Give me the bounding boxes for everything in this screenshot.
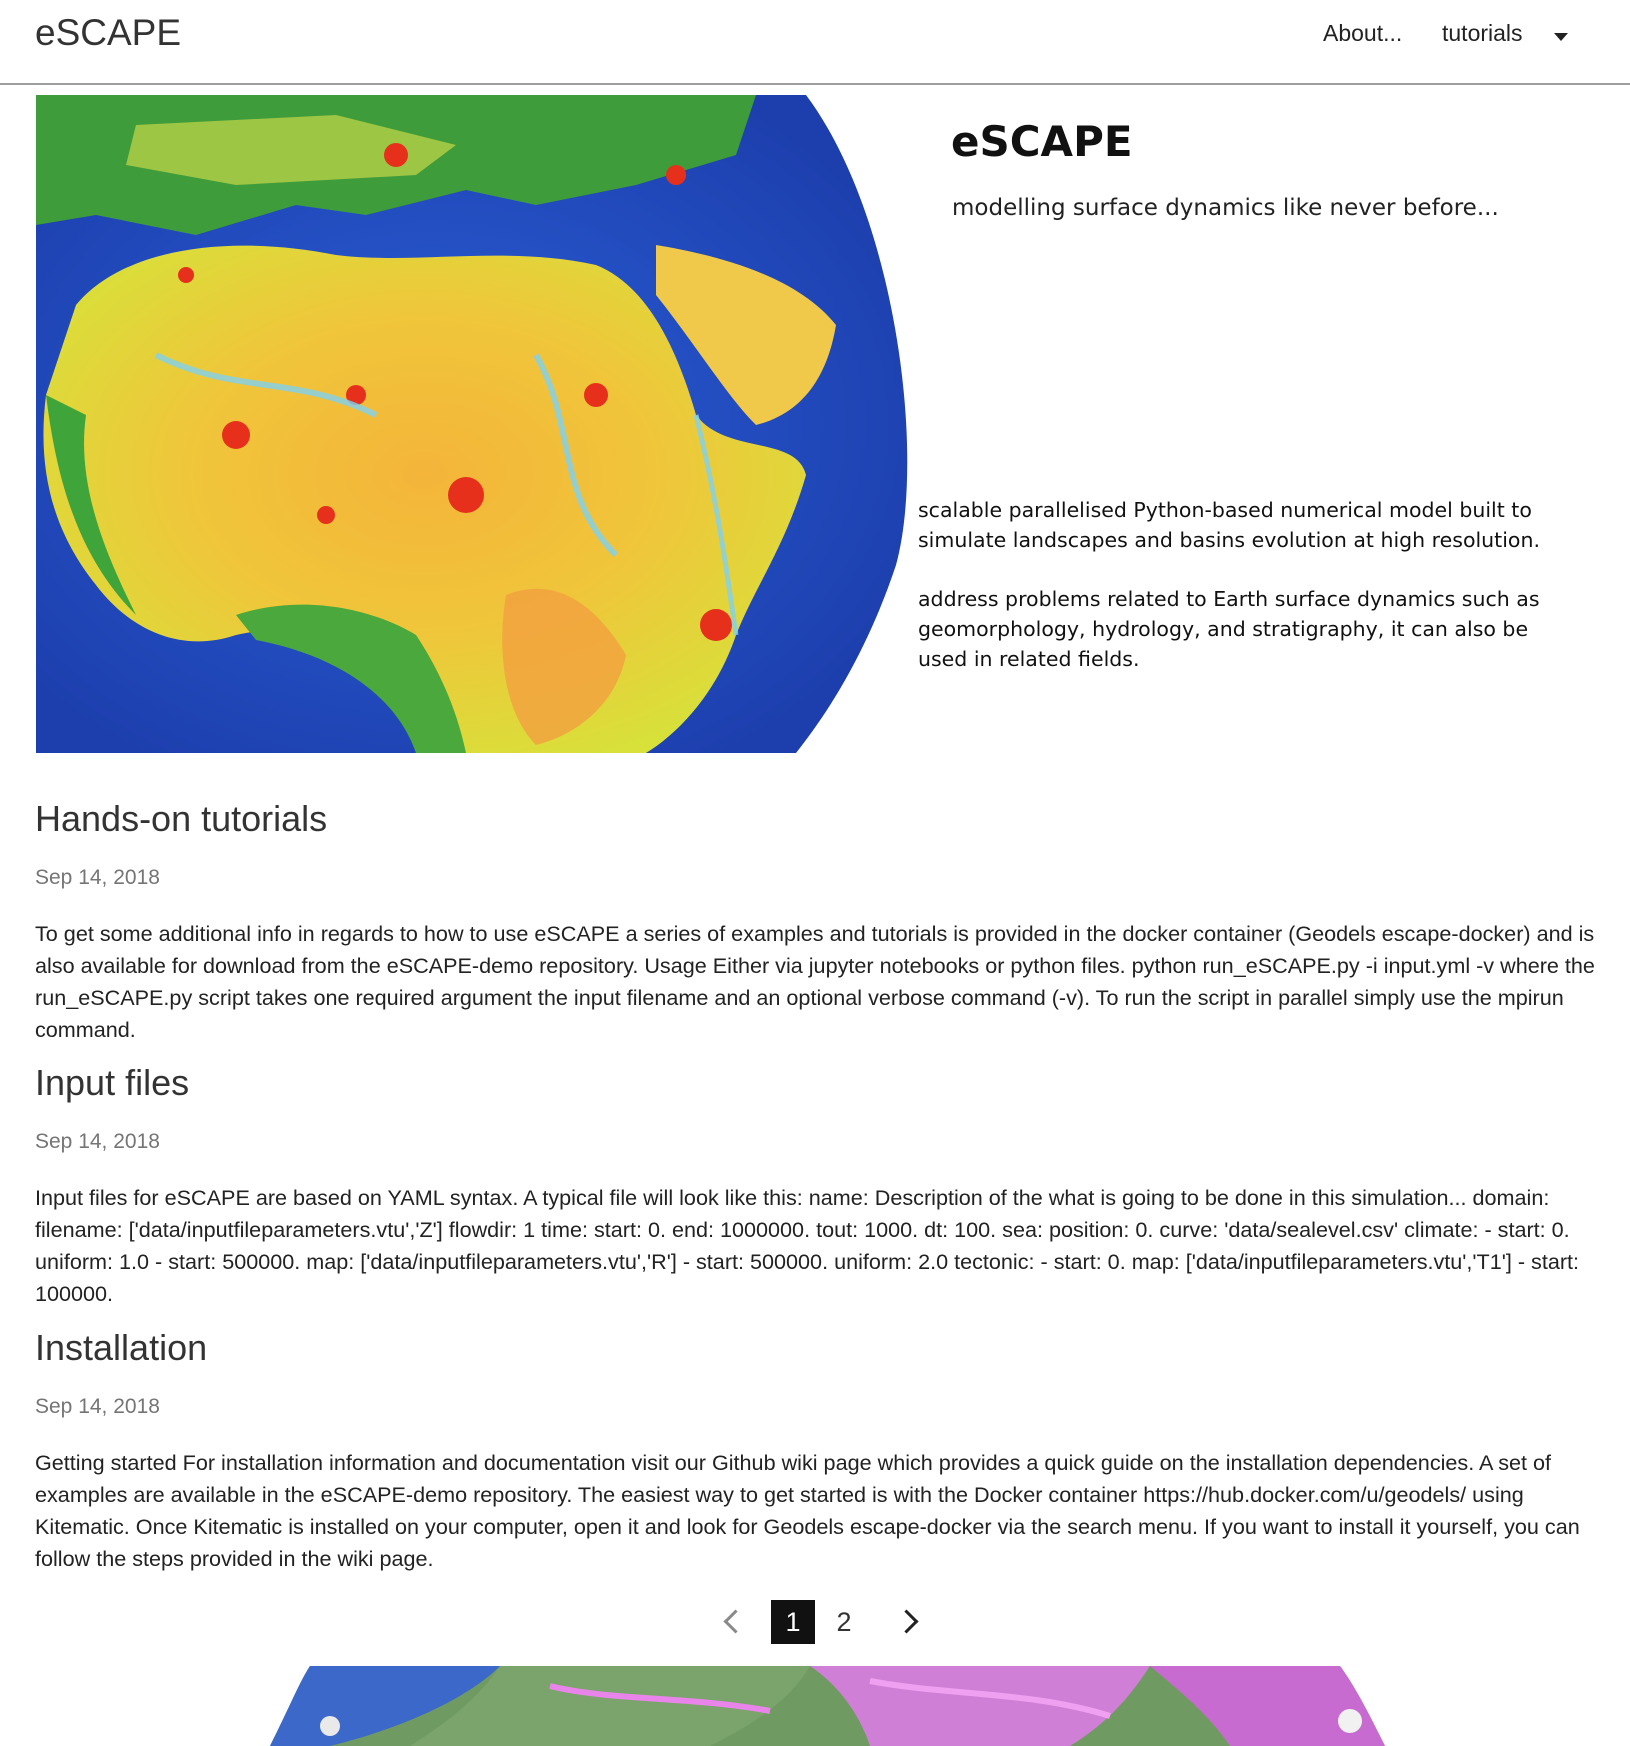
footer-globe-image bbox=[270, 1666, 1385, 1746]
hero-globe-image bbox=[36, 95, 908, 753]
post-title-link[interactable]: Installation bbox=[35, 1327, 207, 1369]
page-button[interactable]: 2 bbox=[822, 1600, 866, 1644]
post-title-link[interactable]: Input files bbox=[35, 1062, 189, 1104]
top-navbar: eSCAPE About... tutorials bbox=[0, 0, 1630, 85]
nav-about-link[interactable]: About... bbox=[1323, 20, 1402, 47]
hero-description: scalable parallelised Python-based numer… bbox=[918, 495, 1578, 703]
hero-title: eSCAPE bbox=[951, 117, 1133, 166]
post-title-link[interactable]: Hands-on tutorials bbox=[35, 798, 327, 840]
page-button-current[interactable]: 1 bbox=[771, 1600, 815, 1644]
post-date: Sep 14, 2018 bbox=[35, 1395, 160, 1418]
brand-logo-link[interactable]: eSCAPE bbox=[35, 12, 181, 54]
chevron-right-icon[interactable] bbox=[894, 1609, 919, 1634]
post-excerpt: Getting started For installation informa… bbox=[35, 1450, 1580, 1571]
post-date: Sep 14, 2018 bbox=[35, 866, 160, 889]
hero-banner: eSCAPE modelling surface dynamics like n… bbox=[36, 95, 1591, 753]
hero-desc-paragraph-1: scalable parallelised Python-based numer… bbox=[918, 498, 1540, 552]
nav-tutorials-link[interactable]: tutorials bbox=[1442, 20, 1523, 47]
post-date: Sep 14, 2018 bbox=[35, 1130, 160, 1153]
post-excerpt: Input files for eSCAPE are based on YAML… bbox=[35, 1185, 1580, 1306]
hero-tagline: modelling surface dynamics like never be… bbox=[952, 195, 1499, 221]
caret-down-icon[interactable] bbox=[1554, 33, 1568, 41]
chevron-left-icon[interactable] bbox=[723, 1609, 748, 1634]
pagination: 1 2 bbox=[0, 1598, 1630, 1646]
hero-desc-paragraph-2: address problems related to Earth surfac… bbox=[918, 587, 1540, 671]
post-excerpt: To get some additional info in regards t… bbox=[35, 921, 1595, 1042]
